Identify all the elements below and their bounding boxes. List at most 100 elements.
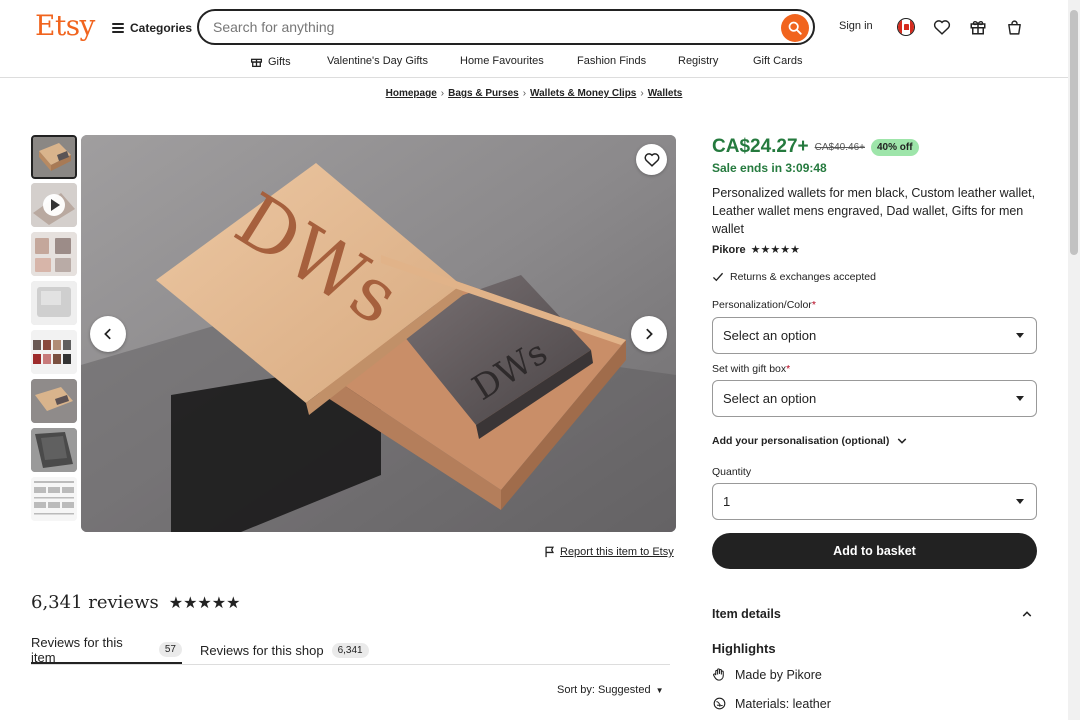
thumbnail-8[interactable] (31, 477, 77, 521)
canada-flag-icon (897, 18, 915, 36)
materials-icon (713, 697, 726, 710)
etsy-logo[interactable]: Etsy (35, 9, 95, 42)
item-details-toggle[interactable]: Item details (712, 607, 1037, 621)
thumbnail-6[interactable] (31, 379, 77, 423)
category-nav: Gifts Valentine's Day Gifts Home Favouri… (0, 52, 1068, 72)
nav-valentines[interactable]: Valentine's Day Gifts (327, 55, 428, 67)
heart-icon (933, 20, 951, 35)
page-scrollbar[interactable] (1068, 0, 1080, 720)
basket-button[interactable] (1003, 16, 1025, 38)
chevron-right-icon (646, 328, 653, 340)
categories-label: Categories (130, 21, 193, 35)
region-button[interactable] (895, 16, 917, 38)
chevron-right-icon: › (440, 88, 445, 99)
giftbox-label: Set with gift box* (712, 363, 790, 375)
caret-down-icon (1016, 396, 1024, 401)
breadcrumb-bags[interactable]: Bags & Purses (448, 88, 519, 99)
nav-gift-cards[interactable]: Gift Cards (753, 55, 803, 67)
chevron-right-icon: › (522, 88, 527, 99)
thumbnail-3[interactable] (31, 232, 77, 276)
current-price: CA$24.27+ (712, 136, 809, 157)
nav-gifts[interactable]: Gifts (250, 55, 291, 68)
sort-dropdown[interactable]: Sort by: Suggested ▼ (557, 684, 663, 696)
quantity-select[interactable]: 1 (712, 483, 1037, 520)
reviews-heading: 6,341 reviews ★★★★★ (31, 592, 240, 613)
sort-label: Sort by: Suggested (557, 684, 651, 696)
item-details-label: Item details (712, 607, 781, 621)
chevron-right-icon: › (640, 88, 644, 99)
materials-label: Materials: leather (735, 696, 831, 711)
caret-down-icon: ▼ (655, 685, 664, 695)
favorites-button[interactable] (931, 16, 953, 38)
returns-label: Returns & exchanges accepted (730, 271, 876, 283)
thumbnail-image (33, 137, 75, 177)
favorite-item-button[interactable] (636, 144, 667, 175)
required-marker: * (786, 363, 791, 375)
personalization-select[interactable]: Select an option (712, 317, 1037, 354)
made-by-row: Made by Pikore (712, 667, 822, 682)
thumbnail-image (31, 428, 77, 472)
add-personalisation-toggle[interactable]: Add your personalisation (optional) (712, 435, 907, 447)
reviews-count: 6,341 reviews (31, 592, 159, 613)
thumbnail-1[interactable] (31, 135, 77, 179)
nav-fashion-finds[interactable]: Fashion Finds (577, 55, 646, 67)
breadcrumb-wallets[interactable]: Wallets (648, 88, 683, 99)
search-input[interactable] (213, 11, 773, 43)
sale-countdown: Sale ends in 3:09:48 (712, 161, 827, 175)
product-title: Personalized wallets for men black, Cust… (712, 186, 1036, 236)
made-by-seller-link[interactable]: Pikore (786, 668, 821, 682)
seller-name[interactable]: Pikore (712, 244, 746, 256)
scrollbar-thumb[interactable] (1070, 10, 1078, 255)
caret-down-icon (1016, 333, 1024, 338)
breadcrumb-homepage[interactable]: Homepage (386, 88, 437, 99)
add-personalisation-label: Add your personalisation (optional) (712, 435, 890, 447)
personalization-select-value: Select an option (723, 328, 817, 343)
breadcrumb: Homepage › Bags & Purses › Wallets & Money C… (0, 88, 1068, 99)
thumbnail-image (31, 477, 77, 521)
nav-registry[interactable]: Registry (678, 55, 718, 67)
menu-icon (112, 23, 124, 33)
made-by-prefix: Made by (735, 667, 783, 682)
tab-reviews-item[interactable]: Reviews for this item 57 (31, 635, 182, 665)
nav-home-favourites[interactable]: Home Favourites (460, 55, 544, 67)
thumbnail-video[interactable] (31, 183, 77, 227)
shopping-bag-icon (1007, 19, 1021, 35)
search-icon (788, 21, 802, 35)
returns-info: Returns & exchanges accepted (712, 271, 876, 283)
tab-reviews-item-count: 57 (158, 642, 182, 657)
categories-button[interactable]: Categories (112, 18, 192, 38)
tab-reviews-shop-count: 6,341 (331, 643, 369, 658)
gift-icon (970, 20, 986, 35)
gift-icon (250, 58, 263, 68)
materials-row: Materials: leather (712, 696, 831, 711)
sign-in-link[interactable]: Sign in (839, 20, 873, 32)
add-to-basket-button[interactable]: Add to basket (712, 533, 1037, 569)
quantity-select-value: 1 (723, 494, 731, 509)
main-product-image[interactable]: DWs DWs (81, 135, 676, 532)
report-item-label: Report this item to Etsy (560, 546, 674, 558)
previous-image-button[interactable] (90, 316, 126, 352)
personalization-label-text: Personalization/Color (712, 299, 812, 311)
giftbox-select-value: Select an option (723, 391, 817, 406)
search-button[interactable] (781, 14, 809, 42)
caret-down-icon (1016, 499, 1024, 504)
thumbnail-5[interactable] (31, 330, 77, 374)
thumbnail-image (31, 379, 77, 423)
thumbnail-image (31, 281, 77, 325)
breadcrumb-wallets-money-clips[interactable]: Wallets & Money Clips (530, 88, 636, 99)
check-icon (712, 272, 724, 282)
tab-reviews-shop[interactable]: Reviews for this shop 6,341 (200, 637, 369, 664)
price-row: CA$24.27+ CA$40.46+ 40% off (712, 136, 919, 158)
star-rating-icon: ★★★★★ (168, 593, 241, 612)
product-photo: DWs DWs (81, 135, 676, 532)
chevron-down-icon (898, 438, 907, 444)
report-item-link[interactable]: Report this item to Etsy (544, 546, 674, 558)
giftbox-select[interactable]: Select an option (712, 380, 1037, 417)
thumbnail-image (31, 183, 77, 227)
thumbnail-7[interactable] (31, 428, 77, 472)
next-image-button[interactable] (631, 316, 667, 352)
thumbnail-image (31, 232, 77, 276)
thumbnail-4[interactable] (31, 281, 77, 325)
gift-button[interactable] (967, 16, 989, 38)
chevron-up-icon (1022, 611, 1032, 617)
